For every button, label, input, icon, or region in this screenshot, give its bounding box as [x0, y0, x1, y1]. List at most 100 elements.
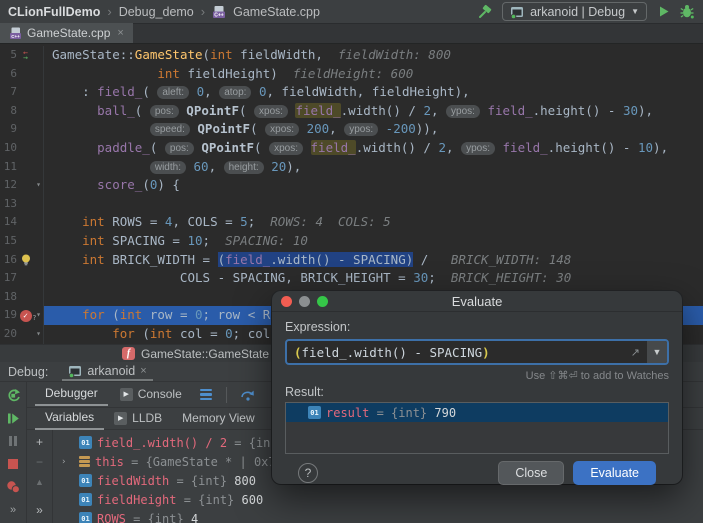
- variable-row[interactable]: 01 fieldHeight = {int} 600: [53, 490, 703, 509]
- view-breakpoints-icon[interactable]: [6, 480, 21, 494]
- history-dropdown-button[interactable]: ▼: [646, 341, 667, 363]
- code-text[interactable]: COLS - SPACING, BRICK_HEIGHT = 30; BRICK…: [44, 269, 703, 288]
- expand-icon[interactable]: ↗: [625, 346, 646, 359]
- code-line-13[interactable]: 13: [0, 194, 703, 214]
- fold-gutter: [34, 46, 44, 65]
- session-close-icon[interactable]: ×: [140, 365, 146, 377]
- result-type: = {int}: [369, 405, 435, 420]
- code-line-12[interactable]: 12 ▾ score_(0) {: [0, 176, 703, 195]
- result-row[interactable]: 01 result = {int} 790: [286, 403, 668, 422]
- build-hammer-icon[interactable]: [476, 4, 492, 20]
- line-number: 7: [10, 85, 17, 99]
- code-line-9[interactable]: 9 speed: QPointF( xpos: 200, ypos: -200)…: [0, 120, 703, 139]
- code-line-11[interactable]: 11 width: 60, height: 20),: [0, 157, 703, 177]
- code-line-15[interactable]: 15 int SPACING = 10; SPACING: 10: [0, 231, 703, 251]
- run-configuration-label: arkanoid | Debug: [530, 4, 626, 19]
- code-line-17[interactable]: 17 COLS - SPACING, BRICK_HEIGHT = 30; BR…: [0, 269, 703, 288]
- nav-arrows-icon[interactable]: ← →: [17, 46, 34, 65]
- cpp-file-icon: C++: [212, 5, 226, 19]
- variable-type: = {int}: [176, 492, 242, 507]
- code-text[interactable]: speed: QPointF( xpos: 200, ypos: -200)),: [44, 120, 703, 139]
- code-line-16[interactable]: 16 int BRICK_WIDTH = (field_.width() - S…: [0, 250, 703, 270]
- primitive-value-icon: 01: [308, 406, 321, 419]
- app-window-icon: [68, 364, 82, 378]
- code-text[interactable]: score_(0) {: [44, 176, 703, 195]
- code-text[interactable]: : field_( aleft: 0, atop: 0, fieldWidth,…: [44, 83, 703, 102]
- code-text[interactable]: int fieldHeight) fieldHeight: 600: [44, 65, 703, 84]
- more-icon[interactable]: »: [36, 504, 43, 516]
- variable-name: fieldHeight: [97, 492, 177, 507]
- tab-gamestate-cpp[interactable]: C++ GameState.cpp ×: [0, 23, 133, 43]
- expand-arrow-icon[interactable]: ›: [61, 457, 74, 467]
- result-list: 01 result = {int} 790: [285, 402, 669, 454]
- primitive-value-icon: 01: [79, 493, 92, 506]
- close-button[interactable]: Close: [498, 461, 565, 485]
- code-text[interactable]: int SPACING = 10; SPACING: 10: [44, 232, 703, 251]
- gutter-space: [17, 83, 34, 102]
- line-number: 5: [10, 48, 17, 61]
- function-icon: f: [122, 347, 135, 360]
- gutter-space: [17, 158, 34, 177]
- svg-text:C++: C++: [214, 12, 224, 18]
- fold-gutter: [34, 194, 44, 214]
- tab-lldb[interactable]: ▶ LLDB: [104, 408, 172, 429]
- line-number: 16: [3, 252, 17, 266]
- gutter-space: [17, 288, 34, 307]
- tab-close-icon[interactable]: ×: [117, 27, 123, 39]
- breadcrumb-file[interactable]: GameState.cpp: [233, 5, 320, 19]
- code-text[interactable]: GameState::GameState(int fieldWidth, fie…: [44, 46, 703, 65]
- debug-label: Debug:: [8, 364, 49, 379]
- breadcrumb-project[interactable]: CLionFullDemo: [8, 5, 100, 19]
- expression-text[interactable]: (field_.width() - SPACING): [287, 345, 625, 360]
- svg-text:C++: C++: [11, 33, 20, 38]
- tab-memory-view[interactable]: Memory View: [172, 408, 264, 429]
- more-options-icon[interactable]: »: [10, 503, 16, 517]
- breadcrumb-folder[interactable]: Debug_demo: [119, 5, 194, 19]
- tab-debugger[interactable]: Debugger: [35, 383, 108, 406]
- code-text[interactable]: [44, 195, 703, 214]
- debug-session-tab[interactable]: arkanoid ×: [62, 362, 153, 381]
- code-line-14[interactable]: 14 int ROWS = 4, COLS = 5; ROWS: 4 COLS:…: [0, 213, 703, 232]
- variable-row[interactable]: 01 ROWS = {int} 4: [53, 509, 703, 523]
- tab-console[interactable]: ▶ Console: [110, 384, 192, 405]
- step-over-icon[interactable]: [240, 388, 256, 401]
- remove-watch-icon[interactable]: −: [36, 456, 43, 468]
- fold-marker-icon[interactable]: ▾: [34, 176, 44, 195]
- debug-bug-button[interactable]: [680, 4, 695, 19]
- code-line-7[interactable]: 7 : field_( aleft: 0, atop: 0, fieldWidt…: [0, 83, 703, 102]
- line-number: 17: [3, 271, 17, 285]
- current-function-label[interactable]: GameState::GameState: [141, 347, 269, 361]
- move-up-icon[interactable]: ▲: [35, 476, 44, 488]
- stop-icon[interactable]: [8, 457, 18, 471]
- result-label: Result:: [285, 385, 324, 399]
- code-text[interactable]: int ROWS = 4, COLS = 5; ROWS: 4 COLS: 5: [44, 213, 703, 232]
- expression-input[interactable]: (field_.width() - SPACING) ↗ ▼: [285, 339, 669, 365]
- code-line-6[interactable]: 6 int fieldHeight) fieldHeight: 600: [0, 64, 703, 84]
- breakpoint-icon[interactable]: ✓: [17, 306, 36, 325]
- run-configuration-select[interactable]: arkanoid | Debug ▼: [502, 2, 647, 21]
- pause-icon[interactable]: [9, 434, 17, 448]
- code-text[interactable]: width: 60, height: 20),: [44, 158, 703, 177]
- run-button[interactable]: [657, 5, 670, 18]
- add-to-watches-hint: Use ⇧⌘⏎ to add to Watches: [525, 370, 669, 382]
- code-line-10[interactable]: 10 paddle_( pos: QPointF( xpos: field_.w…: [0, 138, 703, 158]
- code-text[interactable]: int BRICK_WIDTH = (field_.width() - SPAC…: [44, 251, 703, 270]
- show-execution-point-icon[interactable]: [199, 388, 212, 401]
- chevron-down-icon: ▼: [631, 7, 639, 16]
- fold-gutter: [34, 213, 44, 232]
- code-line-5[interactable]: 5 ← → GameState::GameState(int fieldWidth, …: [0, 46, 703, 65]
- fold-marker-icon[interactable]: ▾: [34, 324, 44, 344]
- gutter-space: [17, 139, 34, 158]
- tab-variables[interactable]: Variables: [35, 407, 105, 430]
- lightbulb-icon[interactable]: [17, 251, 34, 270]
- resume-icon[interactable]: [6, 411, 20, 425]
- code-text[interactable]: paddle_( pos: QPointF( xpos: field_.widt…: [44, 139, 703, 158]
- primitive-value-icon: 01: [79, 474, 92, 487]
- evaluate-button[interactable]: Evaluate: [573, 461, 656, 485]
- dialog-title: Evaluate: [451, 293, 503, 309]
- add-watch-icon[interactable]: +: [36, 436, 43, 448]
- rerun-icon[interactable]: [6, 388, 21, 402]
- code-text[interactable]: ball_( pos: QPointF( xpos: field_.width(…: [44, 102, 703, 121]
- help-button[interactable]: ?: [298, 463, 318, 483]
- code-line-8[interactable]: 8 ball_( pos: QPointF( xpos: field_.widt…: [0, 101, 703, 121]
